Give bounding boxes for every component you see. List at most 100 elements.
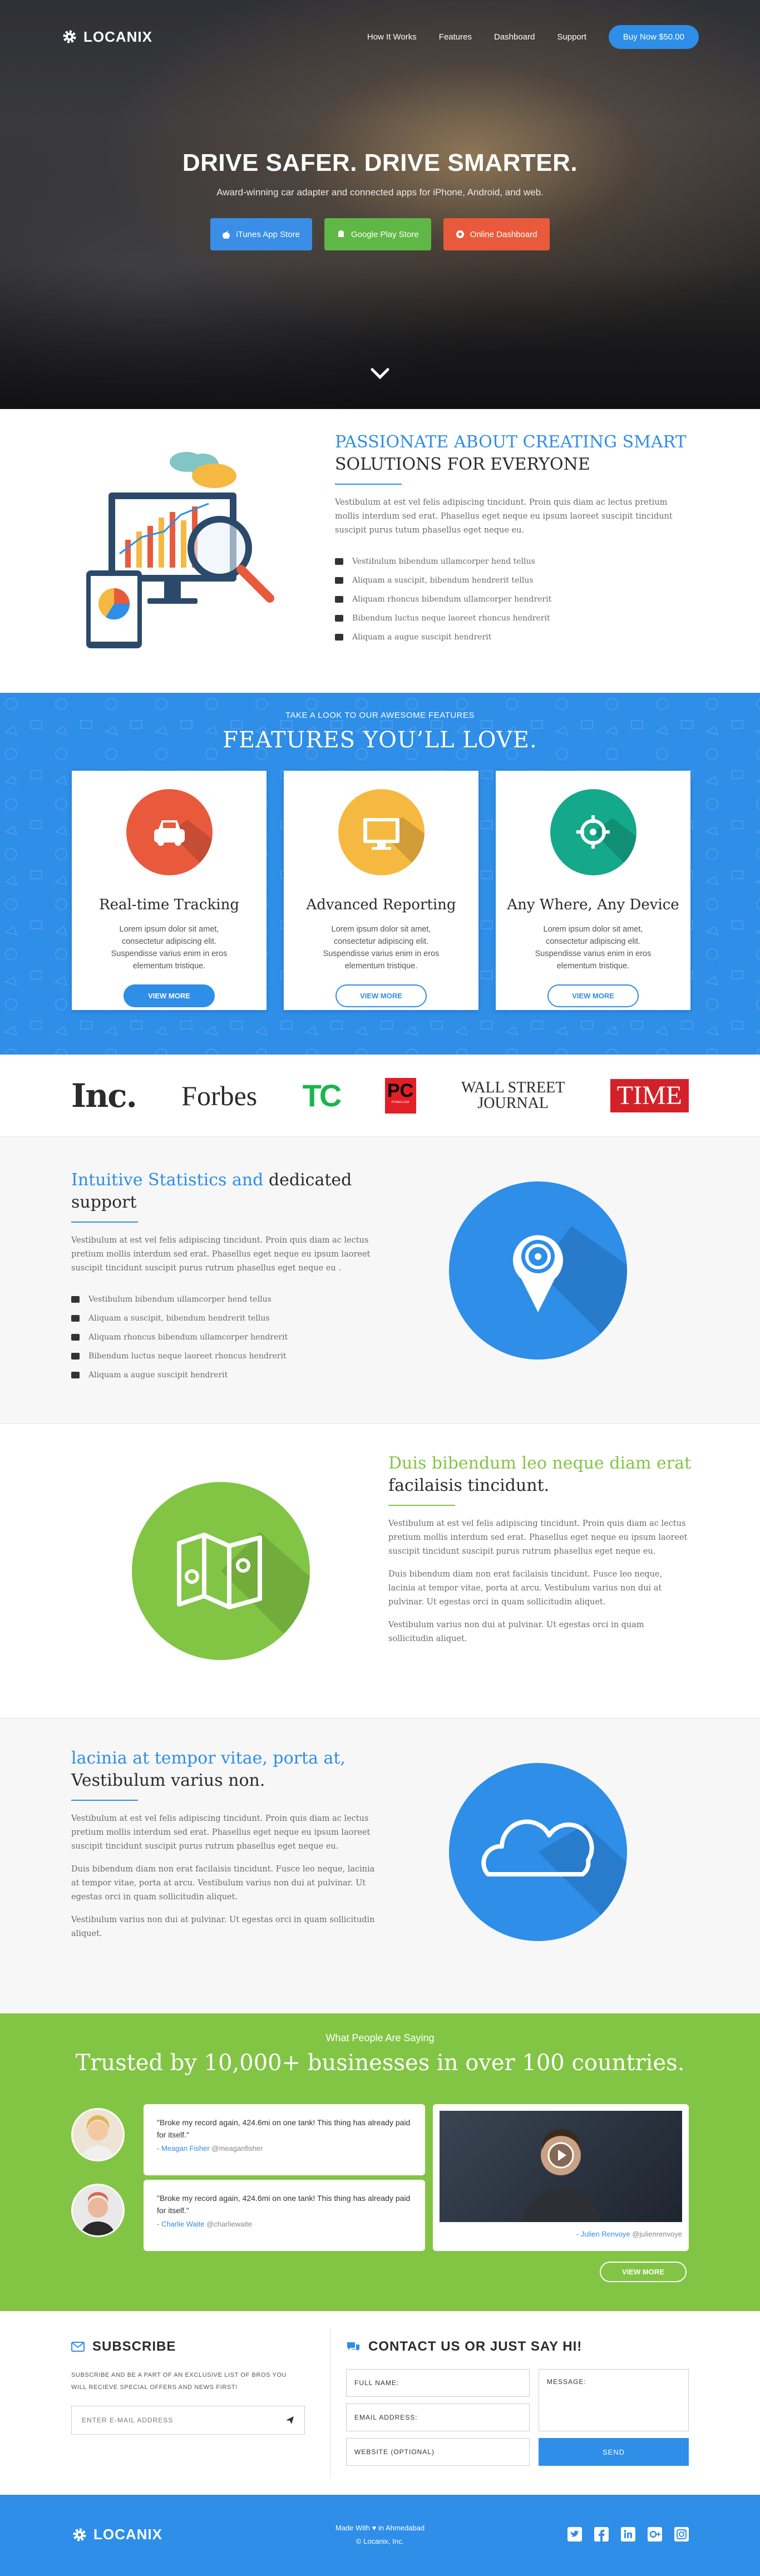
scroll-down-chevron-icon[interactable] [369,365,391,382]
wsj-line2: JOURNAL [477,1094,549,1112]
heading-underline [71,1800,138,1801]
list-item: Aliquam a suscipit, bibendum hendrerit t… [71,1309,383,1328]
analytics-illustration [86,452,274,648]
video-player[interactable] [440,2111,682,2222]
google-plus-icon[interactable] [648,2527,662,2541]
target-icon [550,789,636,875]
list-item: Aliquam rhoncus bibendum ullamcorper hen… [335,590,691,609]
intro-feature-list: Vestibulum bibendum ullamcorper hend tel… [335,552,691,647]
intro-heading-blue: PASSIONATE ABOUT CREATING SMART [335,432,687,452]
map-paragraph-3: Vestibulum varius non dui at pulvinar. U… [388,1621,644,1643]
instagram-icon[interactable] [674,2527,689,2541]
made-in-label: in Ahmedabad [378,2524,425,2532]
list-item-label: Vestibulum bibendum ullamcorper hend tel… [352,557,535,566]
view-more-button[interactable]: VIEW MORE [335,984,427,1007]
avatar [71,2184,125,2237]
full-name-placeholder: FULL NAME: [354,2379,399,2387]
feature-text: Lorem ipsum dolor sit amet, consectetur … [323,925,440,971]
feature-card-any-device: Any Where, Any Device Lorem ipsum dolor … [496,771,690,1010]
linkedin-icon[interactable] [621,2527,635,2541]
heading-underline [335,484,402,485]
view-more-button[interactable]: VIEW MORE [547,984,639,1007]
laptop-icon [335,634,343,641]
camera-icon [335,615,343,622]
wsj-line1: WALL STREET [461,1078,565,1096]
card-icon [71,1296,80,1303]
pcmag-logo: PC PCMAG.COM [384,1077,416,1114]
map-heading-dark: facilaisis tincidunt. [388,1476,550,1495]
statistics-heading-dark2: support [71,1193,137,1212]
brand-name: LOCANIX [83,28,152,45]
hero-title: DRIVE SAFER. DRIVE SMARTER. [182,149,578,176]
facebook-icon[interactable] [594,2527,609,2541]
view-more-button[interactable]: VIEW MORE [124,984,215,1007]
bank-icon [335,596,343,603]
android-icon [338,230,344,237]
map-text: Duis bibendum leo neque diam erat facilai… [388,1452,692,1646]
nav-how-it-works[interactable]: How It Works [367,32,417,42]
online-dashboard-label: Online Dashboard [470,229,537,239]
hero-section: LOCANIX How It Works Features Dashboard … [0,0,760,409]
brand-logo[interactable]: LOCANIX [61,28,152,46]
map-paragraph-2: Duis bibendum diam non erat facilaisis t… [388,1570,663,1607]
statistics-heading-dark: dedicated [268,1170,352,1190]
statistics-paragraph: Vestibulum at est vel felis adipiscing t… [71,1236,371,1273]
author-name[interactable]: - Charlie Waite [157,2220,204,2228]
website-field[interactable]: WEBSITE (OPTIONAL) [346,2438,530,2466]
author-name[interactable]: - Julien Renvoye [576,2230,630,2238]
online-dashboard-button[interactable]: Online Dashboard [443,218,550,250]
list-item-label: Vestibulum bibendum ullamcorper hend tel… [88,1295,272,1304]
list-item-label: Aliquam a augue suscipit hendrerit [352,633,492,642]
play-icon[interactable] [547,2141,575,2169]
statistics-section: Intuitive Statistics and dedicated suppor… [0,1137,760,1424]
forbes-logo: Forbes [181,1080,258,1111]
list-item-label: Bibendum luctus neque laoreet rhoncus he… [88,1352,287,1361]
website-placeholder: WEBSITE (OPTIONAL) [354,2448,435,2456]
top-nav: LOCANIX How It Works Features Dashboard … [0,0,760,73]
press-logos: Inc. Forbes TC PC PCMAG.COM WALL STREET JO… [0,1055,760,1137]
contact-form: FULL NAME: EMAIL ADDRESS: WEBSITE (OPTIO… [346,2369,689,2466]
buy-now-button[interactable]: Buy Now $50.00 [608,24,699,49]
author-handle: @julienrenvoye [632,2230,682,2238]
nav-features[interactable]: Features [439,32,472,42]
car-icon [126,789,213,875]
feature-title: Real-time Tracking [99,897,239,913]
hero-content: DRIVE SAFER. DRIVE SMARTER. Award-winnin… [0,149,760,250]
message-placeholder: MESSAGE: [547,2378,586,2386]
author-name[interactable]: - Meagan Fisher [157,2144,210,2153]
itunes-button[interactable]: iTunes App Store [210,218,312,250]
cloud-paragraph-2: Duis bibendum diam non erat facilaisis t… [71,1865,375,1902]
send-button[interactable]: SEND [539,2438,689,2466]
inc-logo: Inc. [71,1076,137,1115]
statistics-heading-blue: Intuitive Statistics and [71,1170,264,1190]
heading-underline [71,1221,138,1223]
send-plane-icon[interactable] [285,2416,294,2425]
nav-dashboard[interactable]: Dashboard [494,32,535,42]
list-item-label: Aliquam a augue suscipit hendrerit [88,1371,228,1380]
list-item: Aliquam a suscipit, bibendum hendrerit t… [335,571,691,590]
google-play-button[interactable]: Google Play Store [324,218,431,250]
person-icon [335,577,343,584]
list-item: Bibendum luctus neque laoreet rhoncus he… [71,1347,383,1366]
testimonial-author: - Charlie Waite @charliewaite [157,2220,412,2228]
store-buttons: iTunes App Store Google Play Store Onlin… [0,218,760,250]
testimonials-view-more-button[interactable]: VIEW MORE [600,2262,687,2282]
cloud-paragraph-3: Vestibulum varius non dui at pulvinar. U… [71,1915,375,1938]
twitter-icon[interactable] [567,2527,582,2541]
camera-icon [71,1353,80,1360]
avatar [71,2108,125,2161]
nav-links: How It Works Features Dashboard Support … [367,24,699,49]
testimonial-quote: "Broke my record again, 424.6mi on one t… [157,2194,411,2215]
email-subscribe-field[interactable]: ENTER E-MAIL ADDRESS [71,2406,305,2435]
dashboard-icon [456,230,464,238]
list-item-label: Bibendum luctus neque laoreet rhoncus he… [352,614,550,623]
message-field[interactable]: MESSAGE: [539,2369,689,2431]
email-field[interactable]: EMAIL ADDRESS: [346,2403,530,2431]
contact-block: CONTACT US OR JUST SAY HI! FULL NAME: EM… [346,2339,689,2466]
intro-paragraph: Vestibulum at est vel felis adipiscing t… [335,498,673,535]
list-item-label: Aliquam a suscipit, bibendum hendrerit t… [352,576,534,585]
testimonial-card: "Broke my record again, 424.6mi on one t… [144,2104,425,2175]
nav-support[interactable]: Support [557,32,586,42]
full-name-field[interactable]: FULL NAME: [346,2369,530,2397]
author-handle: @meaganfisher [211,2144,263,2153]
